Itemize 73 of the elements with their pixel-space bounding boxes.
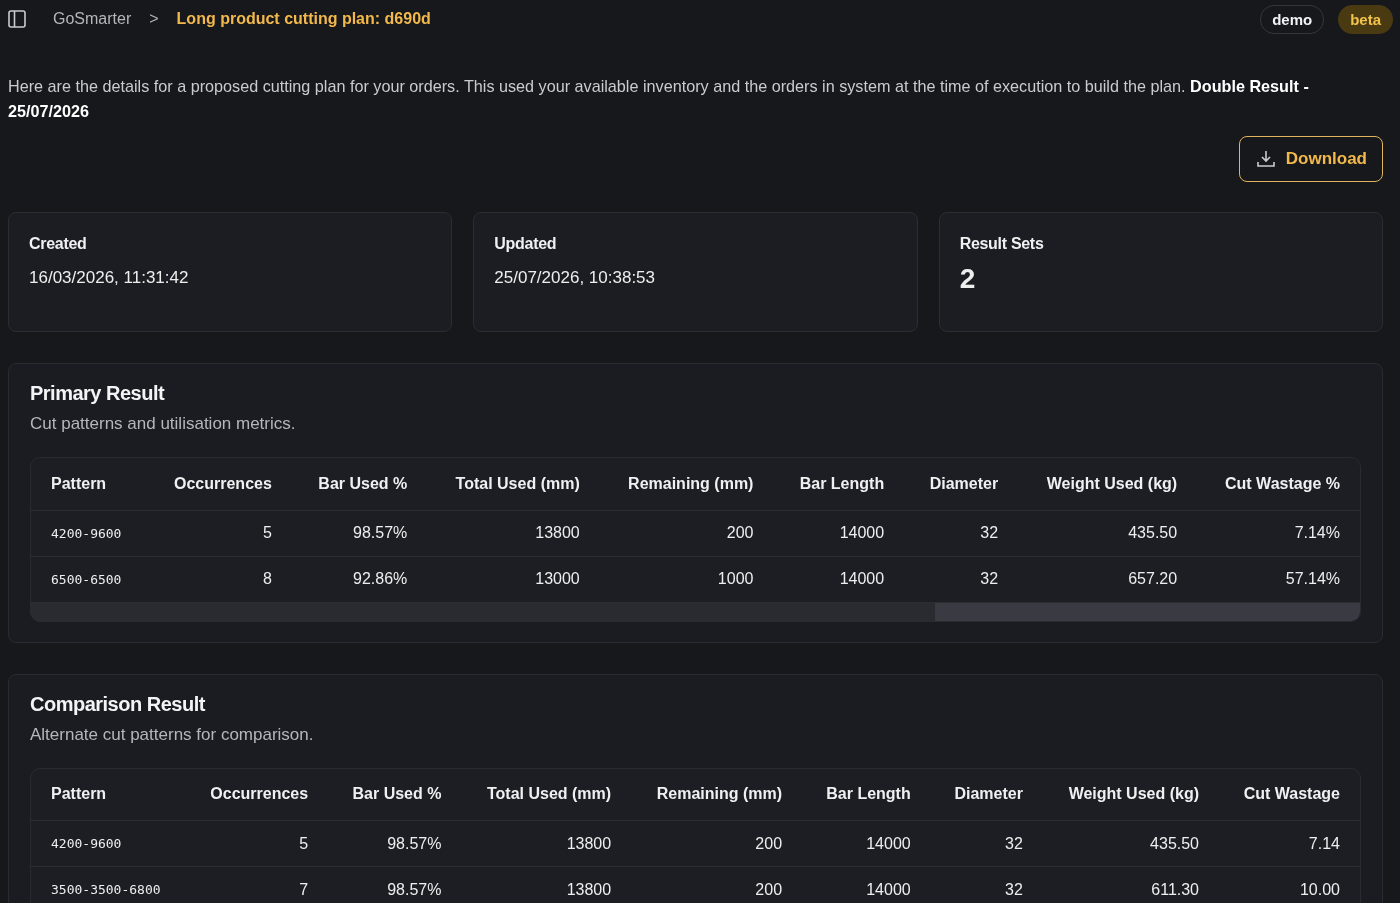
stat-value: 25/07/2026, 10:38:53	[494, 268, 657, 288]
table-cell: 200	[631, 866, 803, 903]
table-cell: 32	[930, 820, 1043, 867]
table-cell: 98.57%	[328, 820, 462, 867]
table-cell: 4200-9600	[31, 820, 186, 867]
column-header: Diameter	[930, 768, 1043, 821]
section-subtitle: Cut patterns and utilisation metrics.	[30, 414, 297, 434]
table-cell: 13800	[461, 820, 632, 867]
download-icon	[1255, 149, 1276, 169]
column-header: Pattern	[31, 458, 148, 510]
section-title: Comparison Result	[30, 692, 207, 716]
page-title: Long product cutting plan: d690d	[176, 10, 431, 28]
column-header: Bar Length	[802, 768, 931, 821]
table-cell: 13800	[427, 510, 600, 556]
table-cell: 657.20	[1018, 556, 1198, 602]
table-cell: 57.14%	[1197, 556, 1360, 602]
table-cell: 14000	[773, 556, 905, 602]
table-cell: 14000	[802, 866, 931, 903]
column-header: Occurrences	[147, 458, 292, 510]
description: Here are the details for a proposed cutting plan for your orders. This used your available inventory and the orders in system at the time of execution to build the plan. Double Result - 25/07/2026	[8, 76, 1310, 122]
table-cell: 5	[147, 510, 292, 556]
section-title: Primary Result	[30, 382, 166, 405]
stat-value: 16/03/2026, 11:31:42	[29, 268, 190, 288]
column-header: Remaining (mm)	[631, 768, 803, 821]
table-cell: 3500-3500-6800	[31, 866, 186, 903]
table-cell: 8	[147, 556, 292, 602]
table-cell: 13000	[427, 556, 600, 602]
table-cell: 32	[904, 556, 1019, 602]
table-cell: 14000	[773, 510, 905, 556]
column-header: Weight Used (kg)	[1042, 768, 1219, 821]
column-header: Occurrences	[185, 768, 329, 821]
download-button[interactable]: Download	[1238, 136, 1383, 182]
table-cell: 92.86%	[291, 556, 428, 602]
table-cell: 435.50	[1042, 820, 1219, 867]
sidebar-toggle-icon[interactable]	[8, 10, 26, 28]
column-header: Remaining (mm)	[599, 458, 774, 510]
table-cell: 98.57%	[328, 866, 462, 903]
column-header: Bar Length	[773, 458, 905, 510]
table-cell: 611.30	[1042, 866, 1219, 903]
breadcrumb-separator: >	[149, 10, 159, 28]
table-cell: 32	[930, 866, 1043, 903]
table-cell: 7.14	[1219, 820, 1360, 867]
column-header: Total Used (mm)	[461, 768, 632, 821]
section-subtitle: Alternate cut patterns for comparison.	[30, 724, 315, 745]
column-header: Total Used (mm)	[427, 458, 600, 510]
column-header: Diameter	[904, 458, 1019, 510]
column-header: Cut Wastage	[1219, 768, 1360, 821]
column-header: Cut Wastage %	[1197, 458, 1360, 510]
table-cell: 14000	[802, 820, 931, 867]
table-cell: 10.00	[1219, 866, 1360, 903]
column-header: Bar Used %	[291, 458, 428, 510]
column-header: Bar Used %	[328, 768, 462, 821]
stat-value: 2	[959, 263, 977, 295]
column-header: Pattern	[31, 768, 186, 821]
badge: beta	[1338, 4, 1393, 34]
table-cell: 32	[904, 510, 1019, 556]
stat-label: Created	[29, 235, 88, 253]
badge: demo	[1260, 4, 1325, 34]
table-cell: 5	[185, 820, 329, 867]
table-cell: 7.14%	[1197, 510, 1360, 556]
table-cell: 1000	[599, 556, 774, 602]
table-cell: 435.50	[1018, 510, 1198, 556]
table-cell: 13800	[461, 866, 632, 903]
breadcrumb-link[interactable]: GoSmarter	[53, 10, 132, 28]
table-cell: 98.57%	[291, 510, 428, 556]
table-cell: 200	[631, 820, 803, 867]
table-cell: 6500-6500	[31, 556, 148, 602]
table-cell: 4200-9600	[31, 510, 148, 556]
table-cell: 7	[185, 866, 329, 903]
stat-label: Result Sets	[959, 235, 1045, 253]
column-header: Weight Used (kg)	[1018, 458, 1198, 510]
stat-label: Updated	[494, 235, 558, 253]
table-cell: 200	[599, 510, 774, 556]
